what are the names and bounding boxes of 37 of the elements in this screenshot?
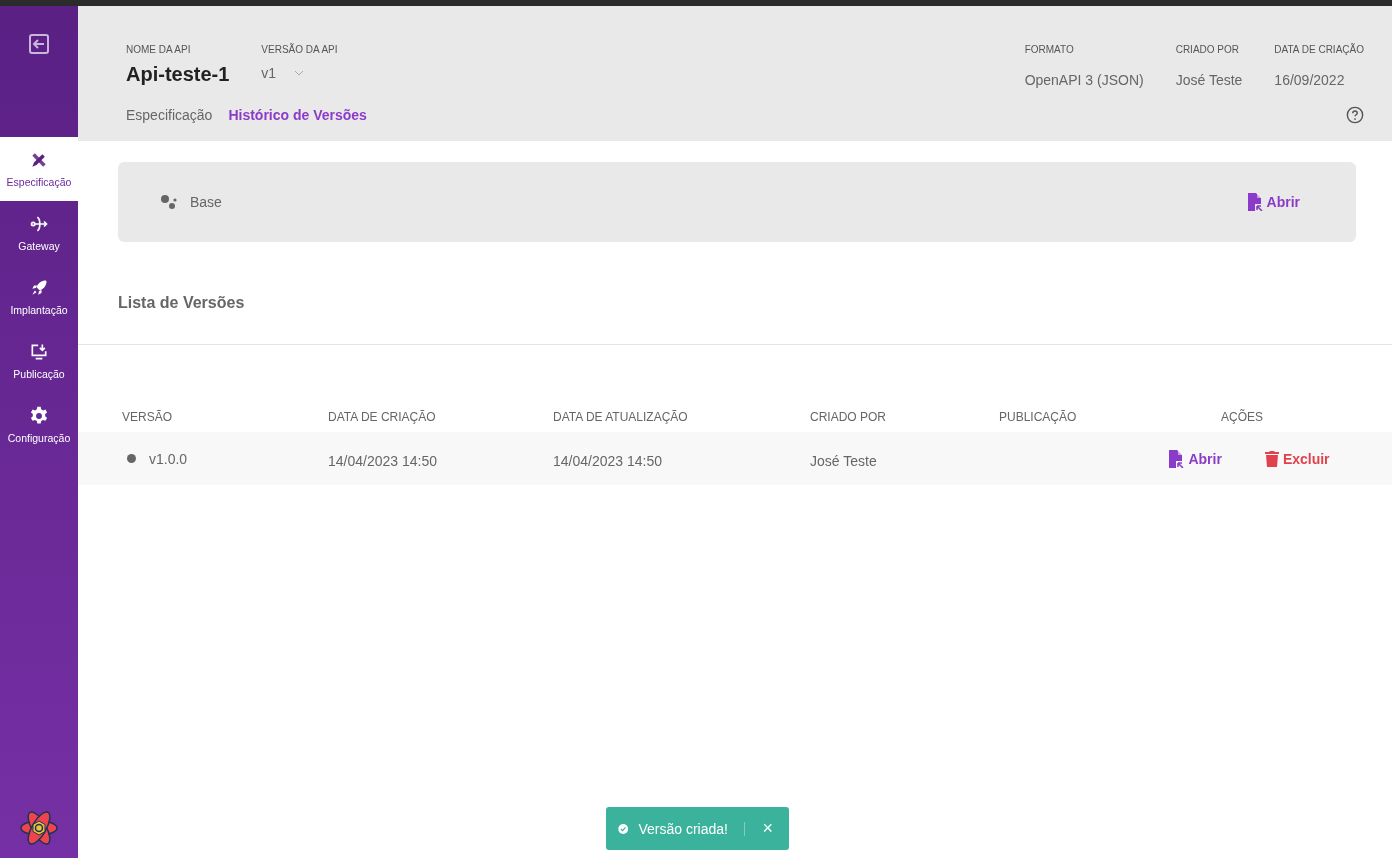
section-title: Lista de Versões xyxy=(118,294,246,312)
open-button[interactable]: Abrir xyxy=(1168,449,1222,468)
field-value: 16/09/2022 xyxy=(1274,72,1346,88)
column-header: VERSÃO xyxy=(122,410,173,424)
sidebar-item[interactable]: Publicação xyxy=(0,329,78,393)
field-label: DATA DE CRIAÇÃO xyxy=(1274,44,1364,55)
base-label: Base xyxy=(190,194,222,210)
open-button[interactable]: Abrir xyxy=(1246,193,1300,211)
sidebar-label: Publicação xyxy=(13,368,65,380)
table-cell-text: 14/04/2023 14:50 xyxy=(553,451,663,469)
table-cell: v1.0.0 xyxy=(149,450,188,467)
column-header: PUBLICAÇÃO xyxy=(999,410,1078,424)
sidebar-item[interactable]: Implantação xyxy=(0,265,78,329)
table-cell-text: José Teste xyxy=(810,451,878,469)
field-label: CRIADO POR xyxy=(1175,44,1240,55)
tab[interactable]: Histórico de Versões xyxy=(228,107,367,123)
field-label: FORMATO xyxy=(1024,44,1075,55)
delete-button[interactable]: Excluir xyxy=(1264,449,1330,468)
sidebar-item[interactable]: Gateway xyxy=(0,201,78,265)
table-cell-text: 14/04/2023 14:50 xyxy=(328,451,438,469)
sidebar-label: Implantação xyxy=(10,304,68,316)
column-header: DATA DE CRIAÇÃO xyxy=(328,410,437,424)
sidebar-item[interactable]: Especificação xyxy=(0,137,78,201)
version-select[interactable]: v1 xyxy=(261,63,342,81)
column-header: AÇÕES xyxy=(1221,410,1263,424)
api-name: Api-teste-1 xyxy=(126,63,230,86)
field-value: José Teste xyxy=(1175,72,1243,88)
column-header: CRIADO POR xyxy=(810,410,887,424)
sidebar-item[interactable]: Configuração xyxy=(0,393,78,457)
column-header: DATA DE ATUALIZAÇÃO xyxy=(553,410,689,424)
field-label: NOME DA API xyxy=(126,44,192,55)
field-label: VERSÃO DA API xyxy=(261,44,339,55)
sidebar-label: Gateway xyxy=(18,240,60,252)
sidebar-label: Especificação xyxy=(6,176,72,188)
toast-message: Versão criada! xyxy=(638,820,728,837)
tab[interactable]: Especificação xyxy=(126,107,213,123)
sidebar-label: Configuração xyxy=(7,432,71,444)
